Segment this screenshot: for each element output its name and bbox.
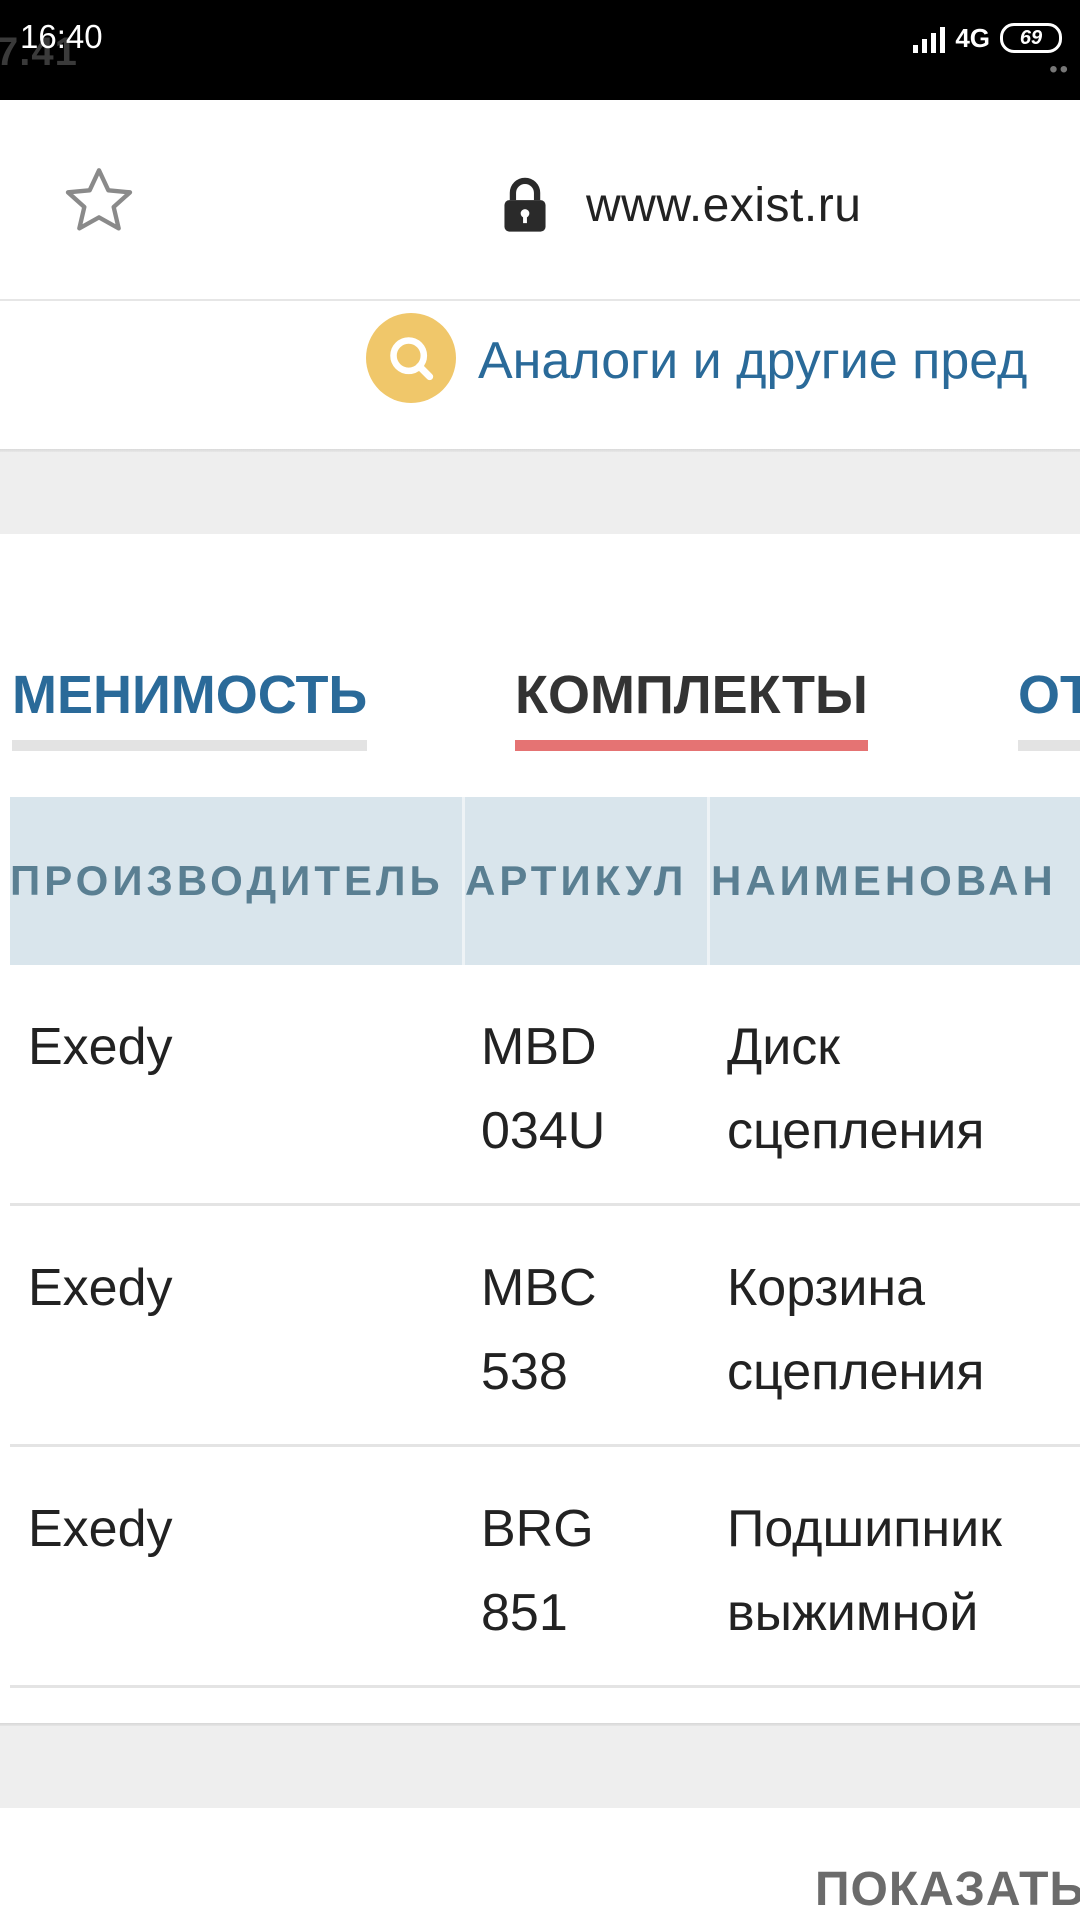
tab-applicability[interactable]: МЕНИМОСТЬ: [12, 664, 368, 751]
cell-name: Подшипник выжимной: [727, 1500, 1002, 1642]
cell-name: Диск сцепления: [727, 1018, 985, 1160]
cell-article[interactable]: MBC 538: [481, 1246, 681, 1414]
cell-name: Корзина сцепления: [727, 1259, 985, 1401]
cell-article[interactable]: MBD 034U: [481, 1005, 681, 1173]
tab-label: МЕНИМОСТЬ: [12, 665, 368, 725]
tab-underline: [12, 740, 368, 751]
analogs-header: Аналоги и другие пред: [0, 301, 1080, 451]
tab-label: ОТ: [1018, 665, 1080, 725]
column-header-maker[interactable]: ПРОИЗВОДИТЕЛЬ: [10, 797, 462, 965]
footer-section: ПОКАЗАТЬ: [0, 1808, 1080, 1920]
battery-level: 69: [1019, 26, 1043, 49]
tab-label: КОМПЛЕКТЫ: [515, 665, 868, 725]
show-button[interactable]: ПОКАЗАТЬ: [815, 1862, 1080, 1917]
more-dots-icon: ••: [1049, 56, 1070, 83]
kits-table: ПРОИЗВОДИТЕЛЬ АРТИКУЛ НАИМЕНОВАН Exedy M…: [10, 797, 1080, 1688]
column-header-article[interactable]: АРТИКУЛ: [465, 797, 705, 965]
cell-maker: Exedy: [28, 1018, 173, 1076]
network-type: 4G: [955, 22, 990, 53]
column-separator: [707, 797, 710, 965]
lock-icon: [504, 177, 546, 232]
url-field[interactable]: www.exist.ru: [500, 160, 861, 250]
section-gap: [0, 452, 1080, 534]
url-text: www.exist.ru: [586, 178, 862, 232]
browser-address-bar: www.exist.ru: [0, 100, 1080, 300]
table-row[interactable]: Exedy MBD 034U Диск сцепления: [10, 965, 1080, 1206]
table-header: ПРОИЗВОДИТЕЛЬ АРТИКУЛ НАИМЕНОВАН: [10, 797, 1080, 965]
section-gap: [0, 1726, 1080, 1808]
signal-icon: [913, 23, 946, 53]
analogs-link[interactable]: Аналоги и другие пред: [478, 331, 1027, 391]
search-icon: [390, 337, 434, 381]
cell-article[interactable]: BRG 851: [481, 1487, 681, 1655]
tab-bar: МЕНИМОСТЬ КОМПЛЕКТЫ ОТ: [0, 534, 1080, 774]
tab-underline: [1018, 740, 1080, 751]
column-header-name[interactable]: НАИМЕНОВАН: [711, 797, 1080, 965]
status-icons: 4G 69: [913, 18, 1062, 58]
status-time: 16:40: [20, 18, 103, 55]
bookmark-star-button[interactable]: [56, 158, 142, 244]
search-badge[interactable]: [366, 313, 456, 403]
star-icon: [65, 168, 133, 231]
tab-next[interactable]: ОТ: [1018, 664, 1080, 751]
cell-maker: Exedy: [28, 1500, 173, 1558]
cell-maker: Exedy: [28, 1259, 173, 1317]
status-bar: 7.41 16:40 4G 69 ••: [0, 0, 1080, 100]
battery-icon: 69: [1000, 23, 1062, 53]
tab-kits[interactable]: КОМПЛЕКТЫ: [515, 664, 868, 751]
table-row[interactable]: Exedy BRG 851 Подшипник выжимной: [10, 1447, 1080, 1688]
tab-active-underline: [515, 740, 868, 751]
table-row[interactable]: Exedy MBC 538 Корзина сцепления: [10, 1206, 1080, 1447]
